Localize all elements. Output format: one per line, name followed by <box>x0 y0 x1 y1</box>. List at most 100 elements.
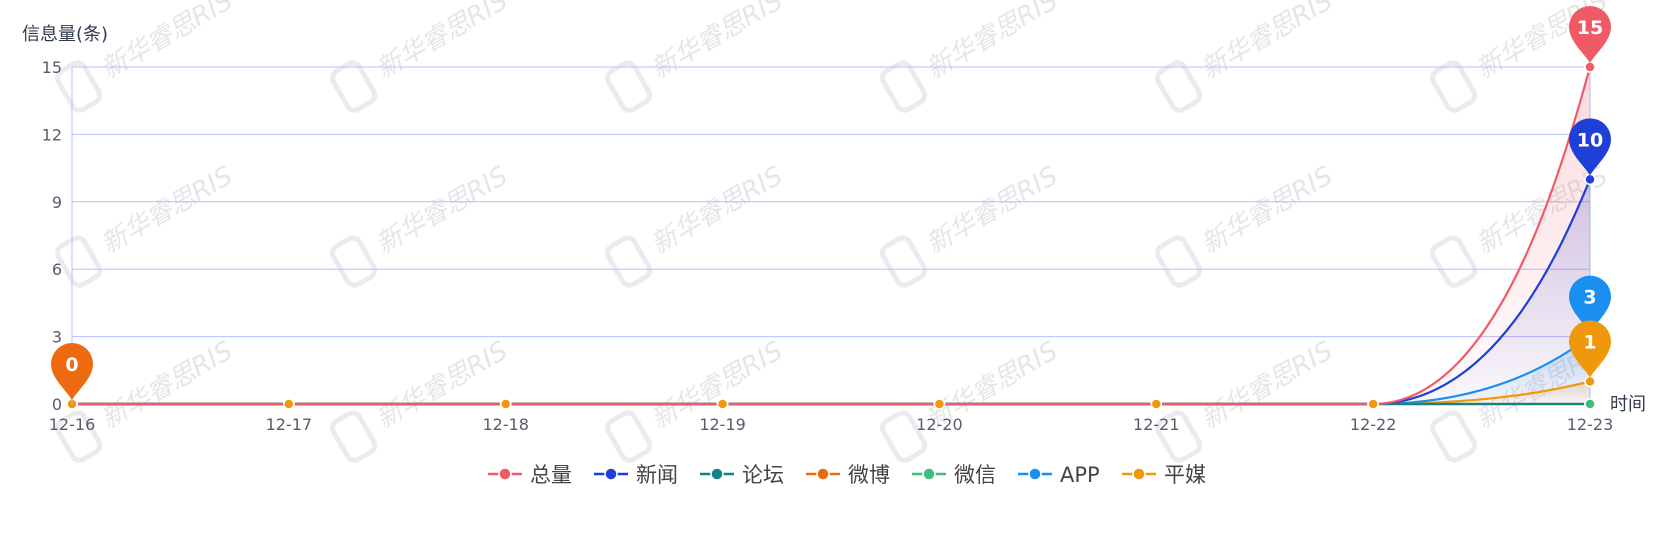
watermark-logo <box>1155 235 1203 288</box>
watermark: 新华睿思RIS <box>880 336 1063 463</box>
watermark-text: 新华睿思RIS <box>921 161 1063 260</box>
legend-label: 微信 <box>954 463 996 487</box>
watermark-logo <box>605 235 653 288</box>
series-area-平媒 <box>72 381 1590 404</box>
watermark-logo <box>1155 60 1203 113</box>
watermark-logo <box>330 410 378 463</box>
legend-item-微信[interactable]: 微信 <box>912 463 996 487</box>
max-marker-总量: 15 <box>1569 6 1611 63</box>
watermark: 新华睿思RIS <box>1155 161 1338 288</box>
data-point-新闻[interactable] <box>1584 173 1596 186</box>
data-point-平媒[interactable] <box>1367 398 1379 410</box>
min-marker-微博: 0 <box>51 343 93 400</box>
watermark-text: 新华睿思RIS <box>921 0 1063 85</box>
watermark-text: 新华睿思RIS <box>1196 161 1338 260</box>
legend-label: 论坛 <box>742 463 784 487</box>
chart-canvas: 新华睿思RIS 新华睿思RIS 新华睿思RIS 新华睿思RIS 新华睿思RIS 新华睿思R… <box>22 0 1646 487</box>
watermark-text: 新华睿思RIS <box>96 0 238 85</box>
series-areas <box>72 67 1590 404</box>
legend-item-微博[interactable]: 微博 <box>806 463 890 487</box>
marker-pin-label: 15 <box>1577 17 1603 39</box>
line-chart: 新华睿思RIS 新华睿思RIS 新华睿思RIS 新华睿思RIS 新华睿思RIS 新华睿思R… <box>0 0 1680 533</box>
y-tick-label: 0 <box>52 395 62 414</box>
data-point-微信[interactable] <box>1584 398 1596 410</box>
x-tick-label: 12-16 <box>49 415 96 434</box>
watermark-logo <box>330 235 378 288</box>
watermark-logo <box>605 410 653 463</box>
watermark: 新华睿思RIS <box>605 161 788 288</box>
watermark: 新华睿思RIS <box>1155 0 1338 113</box>
watermark-logo <box>1430 235 1478 288</box>
legend-symbol-dot <box>1028 467 1042 481</box>
data-point-平媒[interactable] <box>1584 375 1596 388</box>
data-point-总量[interactable] <box>1584 61 1596 73</box>
x-tick-label: 12-23 <box>1567 415 1614 434</box>
legend-symbol-dot <box>498 467 512 481</box>
series-line-新闻 <box>72 178 1592 406</box>
grid <box>72 66 1591 404</box>
series-area-新闻 <box>72 179 1590 404</box>
data-point-平媒[interactable] <box>716 398 729 410</box>
series-points <box>66 61 1596 410</box>
watermark: 新华睿思RIS <box>330 161 513 288</box>
watermark: 新华睿思RIS <box>880 0 1063 113</box>
data-point-平媒[interactable] <box>933 398 946 410</box>
watermark-logo <box>605 60 653 113</box>
y-tick-label: 3 <box>52 328 62 347</box>
x-tick-label: 12-17 <box>266 415 313 434</box>
legend-item-新闻[interactable]: 新闻 <box>594 463 678 487</box>
watermark: 新华睿思RIS <box>1155 336 1338 463</box>
data-point-平媒[interactable] <box>283 398 295 410</box>
watermark-logo <box>1430 410 1478 463</box>
x-tick-label: 12-20 <box>916 415 963 434</box>
y-axis-title: 信息量(条) <box>22 24 108 45</box>
legend-label: 新闻 <box>636 463 678 487</box>
data-point-平媒[interactable] <box>1150 398 1163 410</box>
watermark: 新华睿思RIS <box>605 336 788 463</box>
legend-symbol-dot <box>816 467 830 481</box>
legend[interactable]: 总量 新闻 论坛 微博 微信 APP 平媒 <box>488 463 1206 487</box>
series-line-APP <box>72 335 1591 406</box>
legend-item-总量[interactable]: 总量 <box>488 463 572 487</box>
legend-symbol-dot <box>604 467 618 481</box>
marker-pin-label: 1 <box>1583 332 1596 354</box>
y-tick-label: 6 <box>52 260 62 279</box>
watermark-logo <box>1430 60 1478 113</box>
y-tick-label: 12 <box>42 125 62 144</box>
watermark: 新华睿思RIS <box>55 161 238 288</box>
watermark-text: 新华睿思RIS <box>371 0 513 85</box>
watermark-text: 新华睿思RIS <box>1196 0 1338 85</box>
watermark: 新华睿思RIS <box>880 161 1063 288</box>
watermark-text: 新华睿思RIS <box>96 161 238 260</box>
y-tick-label: 9 <box>52 193 62 212</box>
y-tick-label: 15 <box>42 58 62 77</box>
marker-pin-label: 0 <box>65 354 78 376</box>
watermark-text: 新华睿思RIS <box>371 161 513 260</box>
series-line-总量 <box>72 66 1592 406</box>
legend-label: 微博 <box>848 463 890 487</box>
legend-symbol-dot <box>710 467 724 481</box>
series-area-APP <box>72 336 1590 404</box>
watermark-text: 新华睿思RIS <box>96 336 238 435</box>
legend-item-论坛[interactable]: 论坛 <box>700 463 784 487</box>
watermark-layer: 新华睿思RIS 新华睿思RIS 新华睿思RIS 新华睿思RIS 新华睿思RIS 新华睿思R… <box>55 0 1613 463</box>
legend-item-APP[interactable]: APP <box>1018 463 1100 487</box>
watermark-text: 新华睿思RIS <box>646 161 788 260</box>
legend-label: 平媒 <box>1164 463 1206 487</box>
marker-pin-label: 3 <box>1583 287 1596 309</box>
data-point-平媒[interactable] <box>499 398 512 410</box>
watermark: 新华睿思RIS <box>55 0 238 113</box>
watermark-text: 新华睿思RIS <box>1196 336 1338 435</box>
series-line-平媒 <box>72 380 1591 406</box>
legend-symbol-dot <box>922 467 936 481</box>
legend-label: 总量 <box>530 463 572 487</box>
series-lines <box>72 66 1592 406</box>
legend-item-平媒[interactable]: 平媒 <box>1122 463 1206 487</box>
watermark-text: 新华睿思RIS <box>646 0 788 85</box>
x-axis-title: 时间 <box>1610 394 1646 415</box>
watermark: 新华睿思RIS <box>330 0 513 113</box>
x-tick-label: 12-22 <box>1350 415 1397 434</box>
watermark-logo <box>880 235 928 288</box>
legend-symbol-dot <box>1132 467 1146 481</box>
watermark: 新华睿思RIS <box>330 336 513 463</box>
